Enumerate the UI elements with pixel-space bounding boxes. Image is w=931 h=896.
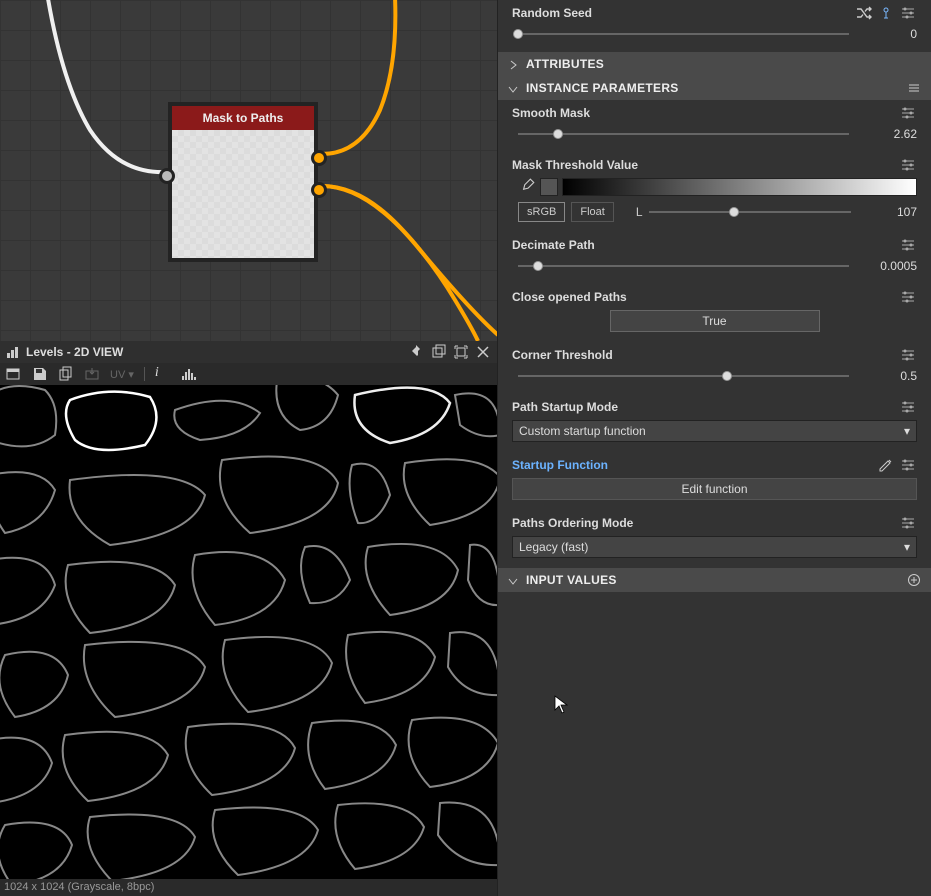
decimate-path-label: Decimate Path	[512, 238, 895, 252]
paths-ordering-selected: Legacy (fast)	[519, 540, 588, 554]
paths-ordering-label: Paths Ordering Mode	[512, 516, 895, 530]
param-startup-function: Startup Function Edit function	[498, 452, 931, 510]
section-instance-parameters[interactable]: INSTANCE PARAMETERS	[498, 76, 931, 100]
info-icon[interactable]: i	[155, 366, 171, 382]
mask-threshold-slider[interactable]	[649, 204, 852, 220]
properties-panel: Random Seed 0 ATTRIBUTES INSTANCE PARAME…	[498, 0, 931, 896]
uv-dropdown[interactable]: UV ▾	[110, 368, 134, 381]
path-startup-mode-selected: Custom startup function	[519, 424, 646, 438]
section-attributes[interactable]: ATTRIBUTES	[498, 52, 931, 76]
param-close-opened-paths: Close opened Paths True	[498, 284, 931, 342]
random-seed-label: Random Seed	[512, 6, 851, 20]
node-input-port[interactable]	[159, 168, 175, 184]
options-icon[interactable]	[907, 81, 921, 95]
edit-function-button[interactable]: Edit function	[512, 478, 917, 500]
close-icon[interactable]	[475, 344, 491, 360]
corner-threshold-value[interactable]: 0.5	[857, 369, 917, 383]
options-icon[interactable]	[899, 236, 917, 254]
param-path-startup-mode: Path Startup Mode Custom startup functio…	[498, 394, 931, 452]
channel-label: L	[636, 205, 643, 219]
gradient-bar[interactable]	[562, 178, 917, 196]
histogram-icon[interactable]	[181, 366, 197, 382]
status-bar: 1024 x 1024 (Grayscale, 8bpc)	[0, 879, 497, 896]
chevron-down-icon: ▾	[904, 424, 910, 438]
random-seed-slider[interactable]	[518, 26, 849, 42]
maximize-icon[interactable]	[453, 344, 469, 360]
paths-ordering-dropdown[interactable]: Legacy (fast) ▾	[512, 536, 917, 558]
options-icon[interactable]	[899, 398, 917, 416]
node-preview	[172, 130, 314, 258]
copy-icon[interactable]	[58, 366, 74, 382]
random-seed-value[interactable]: 0	[857, 27, 917, 41]
path-startup-mode-dropdown[interactable]: Custom startup function ▾	[512, 420, 917, 442]
decimate-path-value[interactable]: 0.0005	[857, 259, 917, 273]
pin-icon[interactable]	[409, 344, 425, 360]
corner-threshold-label: Corner Threshold	[512, 348, 895, 362]
srgb-button[interactable]: sRGB	[518, 202, 565, 222]
smooth-mask-value[interactable]: 2.62	[857, 127, 917, 141]
node-mask-to-paths[interactable]: Mask to Paths	[168, 102, 318, 262]
add-icon[interactable]	[907, 573, 921, 587]
panel-2d-toolbar: UV ▾ i	[0, 363, 497, 385]
node-graph-canvas[interactable]: Mask to Paths	[0, 0, 498, 341]
panel-2d-title: Levels - 2D VIEW	[26, 345, 123, 359]
chevron-down-icon: ▾	[904, 540, 910, 554]
node-output-port-1[interactable]	[311, 150, 327, 166]
save-icon[interactable]	[32, 366, 48, 382]
mask-threshold-label: Mask Threshold Value	[512, 158, 895, 172]
param-decimate-path: Decimate Path 0.0005	[498, 232, 931, 284]
shuffle-icon[interactable]	[855, 4, 873, 22]
new-window-icon[interactable]	[6, 366, 22, 382]
instance-parameters-title: INSTANCE PARAMETERS	[526, 81, 679, 95]
param-mask-threshold: Mask Threshold Value sRGB Float L 107	[498, 152, 931, 232]
options-icon[interactable]	[899, 288, 917, 306]
smooth-mask-slider[interactable]	[518, 126, 849, 142]
options-icon[interactable]	[899, 156, 917, 174]
panel-2d-title-bar: Levels - 2D VIEW	[0, 341, 497, 363]
input-values-title: INPUT VALUES	[526, 573, 617, 587]
options-icon[interactable]	[899, 514, 917, 532]
export-icon[interactable]	[84, 366, 100, 382]
options-icon[interactable]	[899, 346, 917, 364]
preview-shapes	[0, 385, 497, 879]
node-title: Mask to Paths	[172, 106, 314, 130]
smooth-mask-label: Smooth Mask	[512, 106, 895, 120]
options-icon[interactable]	[899, 104, 917, 122]
param-corner-threshold: Corner Threshold 0.5	[498, 342, 931, 394]
attributes-title: ATTRIBUTES	[526, 57, 604, 71]
close-opened-label: Close opened Paths	[512, 290, 895, 304]
param-smooth-mask: Smooth Mask 2.62	[498, 100, 931, 152]
chevron-right-icon	[508, 59, 518, 69]
path-startup-mode-label: Path Startup Mode	[512, 400, 895, 414]
eyedropper-icon[interactable]	[518, 178, 536, 196]
param-random-seed: Random Seed 0	[498, 0, 931, 52]
chevron-down-icon	[508, 83, 518, 93]
preview-2d-viewport[interactable]	[0, 385, 497, 879]
mask-threshold-value[interactable]: 107	[857, 205, 917, 219]
node-output-port-2[interactable]	[311, 182, 327, 198]
restore-icon[interactable]	[431, 344, 447, 360]
options-icon[interactable]	[899, 4, 917, 22]
decimate-path-slider[interactable]	[518, 258, 849, 274]
param-paths-ordering-mode: Paths Ordering Mode Legacy (fast) ▾	[498, 510, 931, 568]
edit-icon[interactable]	[877, 456, 895, 474]
options-icon[interactable]	[899, 456, 917, 474]
panel-2d-view: Levels - 2D VIEW UV ▾ i	[0, 341, 498, 896]
startup-function-label[interactable]: Startup Function	[512, 458, 873, 472]
levels-icon	[6, 345, 20, 359]
color-swatch[interactable]	[540, 178, 558, 196]
chevron-down-icon	[508, 575, 518, 585]
close-opened-toggle[interactable]: True	[610, 310, 820, 332]
float-button[interactable]: Float	[571, 202, 613, 222]
section-input-values[interactable]: INPUT VALUES	[498, 568, 931, 592]
properties-empty-area	[498, 592, 931, 896]
corner-threshold-slider[interactable]	[518, 368, 849, 384]
pin-param-icon[interactable]	[877, 4, 895, 22]
